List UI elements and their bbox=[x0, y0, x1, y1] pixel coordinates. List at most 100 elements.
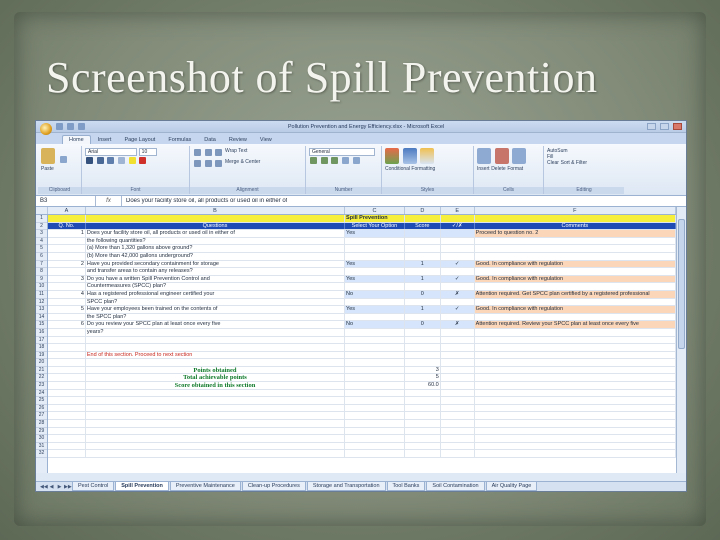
cell-a[interactable] bbox=[48, 397, 86, 404]
cell-b[interactable] bbox=[86, 420, 346, 427]
format-cells-icon[interactable] bbox=[512, 148, 527, 164]
cell-e[interactable] bbox=[441, 450, 475, 457]
align-right-icon[interactable] bbox=[215, 160, 223, 167]
cell-f[interactable] bbox=[475, 252, 676, 260]
tab-home[interactable]: Home bbox=[62, 135, 91, 144]
cell-d[interactable] bbox=[405, 336, 441, 344]
cell-e[interactable] bbox=[441, 397, 475, 404]
cell-c[interactable] bbox=[345, 450, 405, 457]
column-header-b[interactable]: B bbox=[86, 207, 346, 214]
cell-b[interactable] bbox=[86, 336, 346, 344]
cell-f[interactable]: Proceed to question no. 2 bbox=[474, 230, 676, 237]
cell-a[interactable] bbox=[48, 215, 86, 222]
cell-e[interactable] bbox=[441, 420, 475, 427]
column-header-d[interactable]: D bbox=[405, 207, 441, 214]
cell-f[interactable] bbox=[475, 268, 676, 275]
cell-a[interactable] bbox=[48, 382, 86, 389]
last-sheet-icon[interactable]: ▶▶ bbox=[64, 484, 72, 490]
select-all-corner[interactable] bbox=[36, 207, 48, 214]
underline-icon[interactable] bbox=[107, 157, 115, 164]
cell-a[interactable] bbox=[48, 252, 86, 260]
font-size-select[interactable]: 10 bbox=[138, 148, 157, 156]
cell-f[interactable]: Attention required. Get SPCC plan certif… bbox=[474, 290, 676, 298]
cell-c[interactable] bbox=[345, 389, 405, 397]
cell-a[interactable] bbox=[48, 298, 86, 306]
cell-c[interactable] bbox=[345, 404, 405, 412]
cell-c[interactable]: Yes bbox=[345, 260, 405, 268]
tab-view[interactable]: View bbox=[254, 136, 278, 144]
cell-c[interactable] bbox=[345, 245, 405, 252]
cell-e[interactable] bbox=[441, 237, 475, 245]
cell-c[interactable] bbox=[345, 328, 405, 336]
cell-f[interactable] bbox=[475, 351, 676, 359]
row-header[interactable]: 7 bbox=[36, 261, 47, 269]
italic-icon[interactable] bbox=[96, 157, 104, 164]
row-header[interactable]: 28 bbox=[36, 420, 47, 428]
cell-a[interactable] bbox=[48, 404, 86, 412]
cell-a[interactable]: 4 bbox=[48, 290, 86, 298]
cell-d[interactable] bbox=[405, 252, 441, 260]
cell-b[interactable] bbox=[86, 397, 346, 404]
cell-a[interactable]: 2 bbox=[48, 260, 86, 268]
cell-c[interactable] bbox=[345, 283, 405, 290]
tab-insert[interactable]: Insert bbox=[92, 136, 118, 144]
clear-button[interactable]: Clear bbox=[547, 160, 559, 166]
fill-color-icon[interactable] bbox=[128, 157, 136, 164]
cell-b[interactable]: Have you provided secondary containment … bbox=[86, 260, 346, 268]
next-sheet-icon[interactable]: ▶ bbox=[56, 484, 63, 490]
cell-c[interactable] bbox=[345, 366, 405, 374]
cell-f[interactable] bbox=[475, 313, 676, 321]
cell-b[interactable]: Score obtained in this section bbox=[86, 382, 346, 389]
align-center-icon[interactable] bbox=[204, 160, 212, 167]
cell-f[interactable] bbox=[475, 382, 676, 389]
sheet-tab[interactable]: Soil Contamination bbox=[426, 482, 485, 491]
cell-b[interactable]: (a) More than 1,320 gallons above ground… bbox=[86, 245, 346, 252]
cell-d[interactable] bbox=[405, 450, 441, 457]
cell-e[interactable] bbox=[441, 336, 475, 344]
cell-f[interactable] bbox=[475, 374, 676, 382]
cell-b[interactable]: the SPCC plan? bbox=[86, 313, 346, 321]
cell-b[interactable]: SPCC plan? bbox=[86, 298, 346, 306]
cell-a[interactable] bbox=[48, 435, 86, 442]
cell-c[interactable] bbox=[345, 435, 405, 442]
comma-icon[interactable] bbox=[331, 157, 339, 164]
cell-b[interactable]: the following quantities? bbox=[86, 237, 346, 245]
row-header[interactable]: 30 bbox=[36, 435, 47, 443]
cell-c[interactable] bbox=[345, 420, 405, 427]
worksheet-grid[interactable]: A B C D E F 1 2 3 4 5 6 7 8 9 10 11 12 13 14 15 16 17 18 1… bbox=[36, 207, 686, 473]
sheet-tab[interactable]: Preventive Maintenance bbox=[169, 482, 241, 491]
cell-d[interactable]: 5 bbox=[405, 374, 441, 382]
cell-a[interactable] bbox=[48, 344, 86, 351]
cell-d[interactable] bbox=[405, 283, 441, 290]
cell-d[interactable] bbox=[405, 313, 441, 321]
cell-b[interactable] bbox=[86, 389, 346, 397]
cell-d[interactable]: 3 bbox=[405, 366, 441, 374]
cell-c[interactable] bbox=[345, 427, 405, 435]
row-header[interactable]: 13 bbox=[36, 306, 47, 314]
merge-center-button[interactable]: Merge & Center bbox=[225, 159, 260, 165]
tab-data[interactable]: Data bbox=[198, 136, 222, 144]
row-header[interactable]: 5 bbox=[36, 245, 47, 253]
cell-f[interactable] bbox=[475, 298, 676, 306]
cell-c[interactable] bbox=[345, 298, 405, 306]
cell-e[interactable] bbox=[441, 412, 475, 420]
cell-c[interactable] bbox=[345, 382, 405, 389]
cell-e[interactable] bbox=[441, 252, 475, 260]
cell-c[interactable] bbox=[345, 252, 405, 260]
cell-e[interactable] bbox=[441, 313, 475, 321]
cell-a[interactable]: Q. No. bbox=[48, 222, 86, 230]
decrease-decimal-icon[interactable] bbox=[352, 157, 360, 164]
cell-d[interactable] bbox=[404, 230, 441, 237]
undo-icon[interactable] bbox=[67, 123, 74, 130]
column-header-f[interactable]: F bbox=[475, 207, 676, 214]
cell-d[interactable] bbox=[405, 237, 441, 245]
cell-d[interactable] bbox=[405, 404, 441, 412]
cell-b[interactable] bbox=[86, 215, 346, 222]
cell-d[interactable] bbox=[405, 328, 441, 336]
cell-e[interactable]: ✓/✗ bbox=[441, 222, 475, 230]
cell-f[interactable] bbox=[475, 245, 676, 252]
cell-f[interactable] bbox=[475, 328, 676, 336]
wrap-text-button[interactable]: Wrap Text bbox=[225, 148, 247, 154]
tab-page-layout[interactable]: Page Layout bbox=[118, 136, 161, 144]
cell-d[interactable] bbox=[405, 435, 441, 442]
